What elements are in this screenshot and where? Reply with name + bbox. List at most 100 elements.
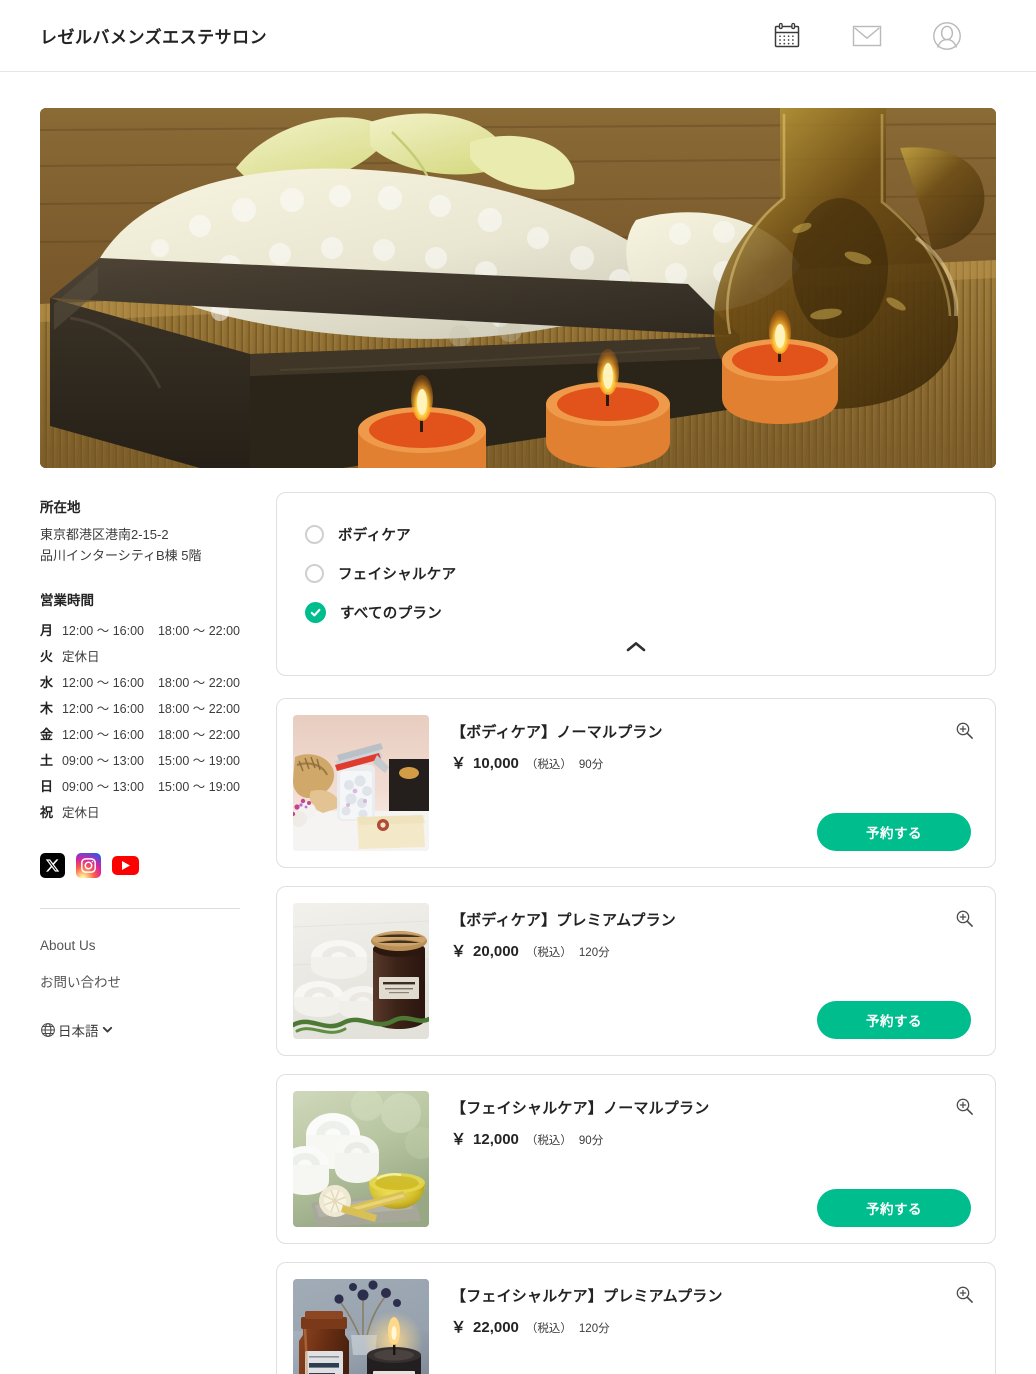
hero-image xyxy=(40,108,996,468)
filter-option-all-plans[interactable]: すべてのプラン xyxy=(305,593,967,632)
mail-icon[interactable] xyxy=(850,19,884,53)
hours-slot-1: 12:00 〜 16:00 xyxy=(61,676,144,691)
reserve-button-wrap: 予約する xyxy=(817,813,971,851)
plan-price-row: ￥ 10,000 （税込） 90分 xyxy=(451,752,979,773)
sidebar-link-about-us[interactable]: About Us xyxy=(40,929,240,962)
filter-option-label: フェイシャルケア xyxy=(338,567,457,583)
filter-option-facial-care[interactable]: フェイシャルケア xyxy=(305,554,967,593)
hours-row: 日 09:00 〜 13:00 15:00 〜 19:00 xyxy=(40,773,240,799)
plan-details: 【フェイシャルケア】プレミアムプラン ￥ 22,000 （税込） 120分 xyxy=(451,1279,979,1374)
sidebar-link-contact[interactable]: お問い合わせ xyxy=(40,962,240,1000)
main-column: ボディケア フェイシャルケア すべてのプラン 【ボディケア】ノーマルプラン ￥ … xyxy=(276,492,996,1374)
hours-slot-1: 09:00 〜 13:00 xyxy=(61,780,144,795)
plan-card: 【フェイシャルケア】プレミアムプラン ￥ 22,000 （税込） 120分 xyxy=(276,1262,996,1374)
radio-unchecked-icon xyxy=(305,564,324,583)
sidebar: 所在地 東京都港区港南2-15-2 品川インターシティB棟 5階 営業時間 月 … xyxy=(40,492,240,1040)
plan-currency: ￥ xyxy=(451,755,467,772)
filter-option-body-care[interactable]: ボディケア xyxy=(305,515,967,554)
filter-collapse-toggle[interactable] xyxy=(305,632,967,665)
zoom-in-icon[interactable] xyxy=(953,719,975,741)
language-label: 日本語 xyxy=(58,1023,99,1039)
hours-slot-2: 18:00 〜 22:00 xyxy=(157,728,240,743)
plan-card: 【フェイシャルケア】ノーマルプラン ￥ 12,000 （税込） 90分 予約する xyxy=(276,1074,996,1244)
plan-filter-card: ボディケア フェイシャルケア すべてのプラン xyxy=(276,492,996,676)
plan-tax-note: （税込） xyxy=(525,1323,572,1335)
instagram-icon[interactable] xyxy=(76,852,101,878)
plan-tax-note: （税込） xyxy=(525,1135,572,1147)
globe-icon xyxy=(40,1022,56,1038)
plan-title: 【ボディケア】ノーマルプラン xyxy=(451,724,663,741)
hours-row: 金 12:00 〜 16:00 18:00 〜 22:00 xyxy=(40,721,240,747)
reserve-button[interactable]: 予約する xyxy=(817,813,971,851)
hours-row: 木 12:00 〜 16:00 18:00 〜 22:00 xyxy=(40,695,240,721)
hours-day: 月 xyxy=(40,623,54,639)
plan-card: 【ボディケア】ノーマルプラン ￥ 10,000 （税込） 90分 予約する xyxy=(276,698,996,868)
account-icon[interactable] xyxy=(930,19,964,53)
address-line-1: 東京都港区港南2-15-2 xyxy=(40,527,169,542)
hours-slot-2: 18:00 〜 22:00 xyxy=(157,624,240,639)
hours-day: 祝 xyxy=(40,805,54,821)
hours-day: 木 xyxy=(40,701,54,717)
hours-slot-2: 15:00 〜 19:00 xyxy=(157,754,240,769)
plan-title: 【ボディケア】プレミアムプラン xyxy=(451,912,677,929)
reserve-button-wrap: 予約する xyxy=(817,1189,971,1227)
plan-tax-note: （税込） xyxy=(525,759,572,771)
plan-duration: 120分 xyxy=(578,1323,610,1335)
plan-price: 22,000 xyxy=(473,1319,519,1336)
chevron-up-icon xyxy=(625,640,647,659)
plan-price: 10,000 xyxy=(473,755,519,772)
hours-row: 土 09:00 〜 13:00 15:00 〜 19:00 xyxy=(40,747,240,773)
social-links xyxy=(40,852,240,878)
plan-details: 【ボディケア】ノーマルプラン ￥ 10,000 （税込） 90分 予約する xyxy=(451,715,979,851)
plan-tax-note: （税込） xyxy=(525,947,572,959)
plan-price-row: ￥ 12,000 （税込） 90分 xyxy=(451,1128,979,1149)
plan-price: 12,000 xyxy=(473,1131,519,1148)
hours-heading: 営業時間 xyxy=(40,592,94,608)
hours-day: 土 xyxy=(40,753,54,769)
hours-slot-1: 定休日 xyxy=(61,806,100,821)
hours-slot-1: 12:00 〜 16:00 xyxy=(61,728,144,743)
hours-slot-2: 15:00 〜 19:00 xyxy=(157,780,240,795)
calendar-icon[interactable] xyxy=(770,19,804,53)
page-content: 所在地 東京都港区港南2-15-2 品川インターシティB棟 5階 営業時間 月 … xyxy=(0,468,1036,1374)
chevron-down-icon xyxy=(101,1023,114,1036)
radio-unchecked-icon xyxy=(305,525,324,544)
plan-duration: 120分 xyxy=(578,947,610,959)
plan-currency: ￥ xyxy=(451,1319,467,1336)
address-line-2: 品川インターシティB棟 5階 xyxy=(40,548,202,564)
plan-card: 【ボディケア】プレミアムプラン ￥ 20,000 （税込） 120分 予約する xyxy=(276,886,996,1056)
business-hours-table: 月 12:00 〜 16:00 18:00 〜 22:00 火 定休日 水 12… xyxy=(40,617,240,825)
plan-title: 【フェイシャルケア】プレミアムプラン xyxy=(451,1288,723,1305)
plan-title: 【フェイシャルケア】ノーマルプラン xyxy=(451,1100,710,1117)
plan-currency: ￥ xyxy=(451,943,467,960)
x-twitter-icon[interactable] xyxy=(40,852,65,878)
plan-price-row: ￥ 20,000 （税込） 120分 xyxy=(451,940,979,961)
hours-day: 火 xyxy=(40,649,54,665)
language-selector[interactable]: 日本語 xyxy=(40,1020,240,1040)
plan-details: 【フェイシャルケア】ノーマルプラン ￥ 12,000 （税込） 90分 予約する xyxy=(451,1091,979,1227)
hours-day: 日 xyxy=(40,779,54,795)
plan-currency: ￥ xyxy=(451,1131,467,1148)
plan-duration: 90分 xyxy=(578,759,604,771)
hours-slot-2: 18:00 〜 22:00 xyxy=(157,676,240,691)
hours-slot-1: 12:00 〜 16:00 xyxy=(61,624,144,639)
hours-slot-2 xyxy=(158,643,240,669)
filter-option-label: すべてのプラン xyxy=(340,606,443,622)
zoom-in-icon[interactable] xyxy=(953,1095,975,1117)
zoom-in-icon[interactable] xyxy=(953,1283,975,1305)
hours-row: 火 定休日 xyxy=(40,643,240,669)
hours-slot-1: 定休日 xyxy=(61,650,100,665)
brand-title: レゼルバメンズエステサロン xyxy=(40,28,268,47)
youtube-icon[interactable] xyxy=(112,852,139,878)
reserve-button[interactable]: 予約する xyxy=(817,1189,971,1227)
plan-duration: 90分 xyxy=(578,1135,604,1147)
header-actions xyxy=(770,19,996,53)
body-care-premium-thumb xyxy=(293,903,429,1039)
business-hours-body: 月 12:00 〜 16:00 18:00 〜 22:00 火 定休日 水 12… xyxy=(40,617,240,825)
hours-slot-2: 18:00 〜 22:00 xyxy=(157,702,240,717)
hours-slot-2 xyxy=(158,799,240,825)
facial-care-premium-thumb xyxy=(293,1279,429,1374)
reserve-button[interactable]: 予約する xyxy=(817,1001,971,1039)
zoom-in-icon[interactable] xyxy=(953,907,975,929)
